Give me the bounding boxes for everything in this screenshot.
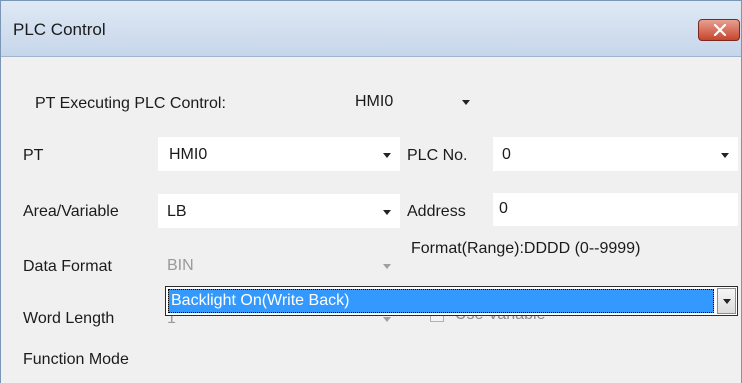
area-variable-label: Area/Variable [23, 203, 119, 220]
area-variable-select[interactable]: LB [158, 194, 400, 228]
plc-no-select[interactable]: 0 [493, 137, 738, 171]
word-length-label: Word Length [23, 310, 115, 327]
pt-label: PT [23, 147, 44, 164]
function-mode-label: Function Mode [23, 351, 129, 368]
dialog-body: PT Executing PLC Control: HMI0 PT HMI0 P… [1, 58, 741, 383]
chevron-down-icon [383, 317, 391, 322]
address-value: 0 [499, 200, 508, 217]
chevron-down-icon [383, 264, 391, 269]
pt-executing-value: HMI0 [355, 93, 394, 110]
chevron-down-icon [383, 153, 391, 158]
area-variable-value: LB [167, 203, 187, 220]
plc-control-dialog: PLC Control PT Executing PLC Control: HM… [0, 0, 742, 383]
data-format-value: BIN [167, 257, 194, 274]
function-mode-selection: Backlight On(Write Back) [168, 289, 714, 313]
title-bar[interactable]: PLC Control [1, 1, 741, 57]
function-mode-dropdown-button[interactable] [717, 288, 736, 314]
dialog-title: PLC Control [13, 20, 106, 39]
chevron-down-icon [462, 100, 470, 105]
pt-executing-label: PT Executing PLC Control: [35, 95, 226, 112]
pt-value: HMI0 [169, 146, 208, 163]
plc-no-label: PLC No. [407, 147, 468, 164]
pt-executing-select[interactable]: HMI0 [344, 84, 484, 118]
close-button[interactable] [698, 19, 740, 41]
format-range-text: Format(Range):DDDD (0--9999) [411, 240, 641, 257]
function-mode-value: Backlight On(Write Back) [171, 292, 350, 309]
chevron-down-icon [383, 210, 391, 215]
plc-no-value: 0 [502, 146, 511, 163]
address-label: Address [407, 203, 466, 220]
chevron-down-icon [721, 153, 729, 158]
address-input[interactable]: 0 [493, 193, 738, 226]
chevron-down-icon [723, 299, 731, 304]
function-mode-select[interactable]: Backlight On(Write Back) [165, 286, 738, 316]
pt-select[interactable]: HMI0 [158, 137, 400, 171]
close-icon [713, 24, 727, 36]
data-format-select: BIN [158, 248, 400, 282]
data-format-label: Data Format [23, 258, 112, 275]
